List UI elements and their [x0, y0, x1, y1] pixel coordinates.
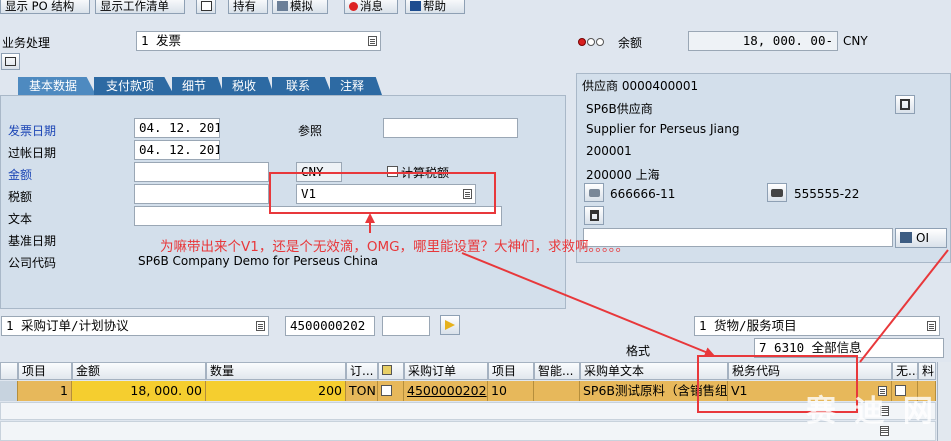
annotation-arrow-line: [859, 249, 949, 363]
annotation-arrow-right: [461, 252, 715, 357]
annotation-arrows: [365, 213, 949, 363]
watermark: 赛 迪 网: [806, 394, 937, 429]
